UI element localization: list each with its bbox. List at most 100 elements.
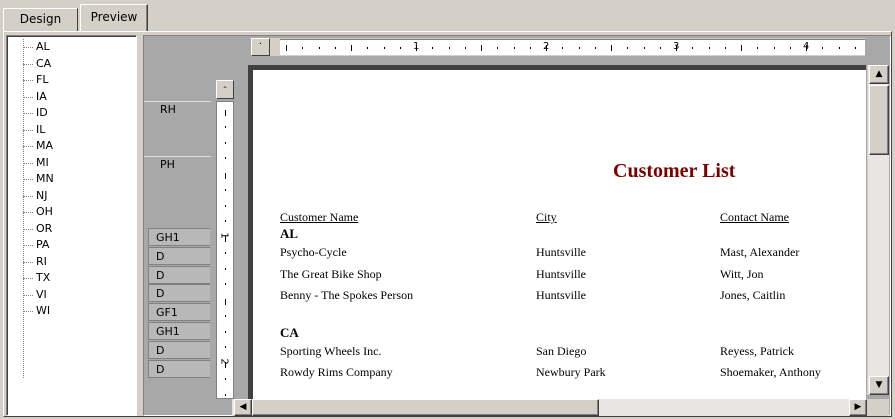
band-page-header[interactable]: PH [144, 156, 211, 228]
tab-preview[interactable]: Preview [80, 4, 148, 32]
vertical-scrollbar[interactable]: ▲ ▼ [867, 65, 889, 395]
ruler-tick [692, 47, 694, 49]
ruler-tick [302, 47, 304, 49]
band-row[interactable]: D [148, 246, 210, 265]
ruler-number: 3 [673, 41, 680, 52]
tree-item[interactable]: RI [23, 254, 54, 271]
tree-item[interactable]: ID [23, 105, 54, 122]
ruler-tick [399, 47, 401, 49]
ruler-tick [367, 47, 369, 49]
tree-item[interactable]: IL [23, 122, 54, 139]
band-row[interactable]: GH1 [148, 228, 210, 246]
scroll-right-button[interactable]: ▶ [849, 399, 867, 416]
group-header: AL [280, 226, 299, 241]
tab-design[interactable]: Design [3, 8, 78, 32]
tree-item[interactable]: TX [23, 270, 54, 287]
band-label: D [156, 249, 165, 263]
tree-item[interactable]: NJ [23, 188, 54, 205]
contact-name-cell: Mast, Alexander [720, 245, 800, 259]
customer-name-cell: The Great Bike Shop [280, 266, 382, 281]
ruler-tick [225, 110, 226, 116]
ruler-tick [225, 220, 226, 223]
arrow-left-icon: ◀ [239, 402, 247, 412]
ruler-tick [773, 47, 775, 49]
ruler-tick [225, 283, 226, 286]
ruler-corner: · [251, 38, 270, 56]
ruler-tick [225, 125, 226, 128]
scroll-up-button[interactable]: ▲ [869, 65, 889, 84]
ruler-tick [513, 47, 515, 49]
scroll-left-button[interactable]: ◀ [234, 399, 252, 416]
ruler-tick [464, 47, 466, 49]
city-cell: Huntsville [536, 288, 586, 302]
tree-item[interactable]: MN [23, 171, 54, 188]
arrow-down-icon: ▼ [875, 380, 883, 390]
band-row[interactable]: GF1 [148, 303, 210, 322]
tree-item[interactable]: OR [23, 221, 54, 238]
ruler-tick [854, 47, 856, 49]
city-cell: San Diego [536, 343, 587, 358]
band-row[interactable]: D [148, 284, 210, 303]
tree-item[interactable]: IA [23, 89, 54, 106]
ruler-tick [659, 47, 661, 49]
band-row[interactable]: D [148, 359, 210, 378]
band-label: D [156, 287, 165, 301]
city-cell: Huntsville [536, 245, 586, 259]
ruler-tick [627, 47, 629, 49]
size-grip [867, 399, 889, 416]
ruler-tick [225, 299, 226, 305]
ruler-number: 2 [218, 358, 230, 365]
ruler-tick [286, 45, 287, 51]
ruler-tick [448, 47, 450, 49]
band-label: D [156, 362, 165, 376]
band-label: RH [160, 103, 176, 116]
band-row[interactable]: D [148, 340, 210, 359]
scroll-down-button[interactable]: ▼ [869, 376, 889, 395]
band-row[interactable]: D [148, 265, 210, 284]
ruler-number: 4 [803, 41, 810, 52]
ruler-tick [432, 47, 434, 49]
tree-item[interactable]: MI [23, 155, 54, 172]
ruler-tick [225, 330, 226, 333]
tree-item[interactable]: MA [23, 138, 54, 155]
horizontal-scrollbar[interactable]: ◀ ▶ [232, 399, 867, 416]
city-cell: Newbury Park [536, 365, 606, 379]
ruler-tick [741, 45, 742, 51]
ruler-tick [225, 393, 226, 396]
band-report-header[interactable]: RH [144, 101, 211, 156]
tree-item[interactable]: VI [23, 287, 54, 304]
tree-item[interactable]: AL [23, 39, 54, 56]
horizontal-scroll-thumb[interactable] [252, 399, 599, 416]
ruler-tick [838, 47, 840, 49]
tree-item[interactable]: CA [23, 56, 54, 73]
state-tree[interactable]: AL CA FL IA ID IL MA MI MN NJ OH OR PA RI TX VI WI [6, 35, 137, 416]
arrow-right-icon: ▶ [854, 402, 862, 412]
tree-item[interactable]: WI [23, 303, 54, 320]
ruler-tick [225, 251, 226, 254]
group-header: CA [280, 324, 299, 340]
contact-name-cell: Shoemaker, Anthony [720, 365, 821, 379]
ruler-tick [225, 377, 226, 380]
band-row[interactable]: GH1 [148, 322, 210, 340]
band-panel: RH PH GH1 D D D GF1 GH1 D D [144, 36, 211, 399]
band-label: D [156, 343, 165, 357]
band-label: D [156, 268, 165, 282]
contact-name-cell: Witt, Jon [720, 266, 764, 281]
ruler-tick [351, 45, 352, 51]
ruler-tick [225, 204, 226, 207]
city-cell: Huntsville [536, 266, 586, 281]
ruler-number: 1 [218, 232, 230, 239]
tree-item[interactable]: OH [23, 204, 54, 221]
tree-item[interactable]: PA [23, 237, 54, 254]
customer-name-cell: Benny - The Spokes Person [280, 288, 414, 302]
ruler-tick [708, 47, 710, 49]
ruler-tick [318, 47, 320, 49]
ruler-tick [225, 346, 226, 349]
tree-item[interactable]: FL [23, 72, 54, 89]
vertical-scroll-thumb[interactable] [869, 85, 889, 155]
ruler-tick [225, 141, 226, 144]
customer-name-cell: Rowdy Rims Company [280, 365, 393, 379]
ruler-tick [383, 47, 385, 49]
ruler-tick [225, 157, 226, 160]
customer-name-cell: Sporting Wheels Inc. [280, 343, 382, 358]
